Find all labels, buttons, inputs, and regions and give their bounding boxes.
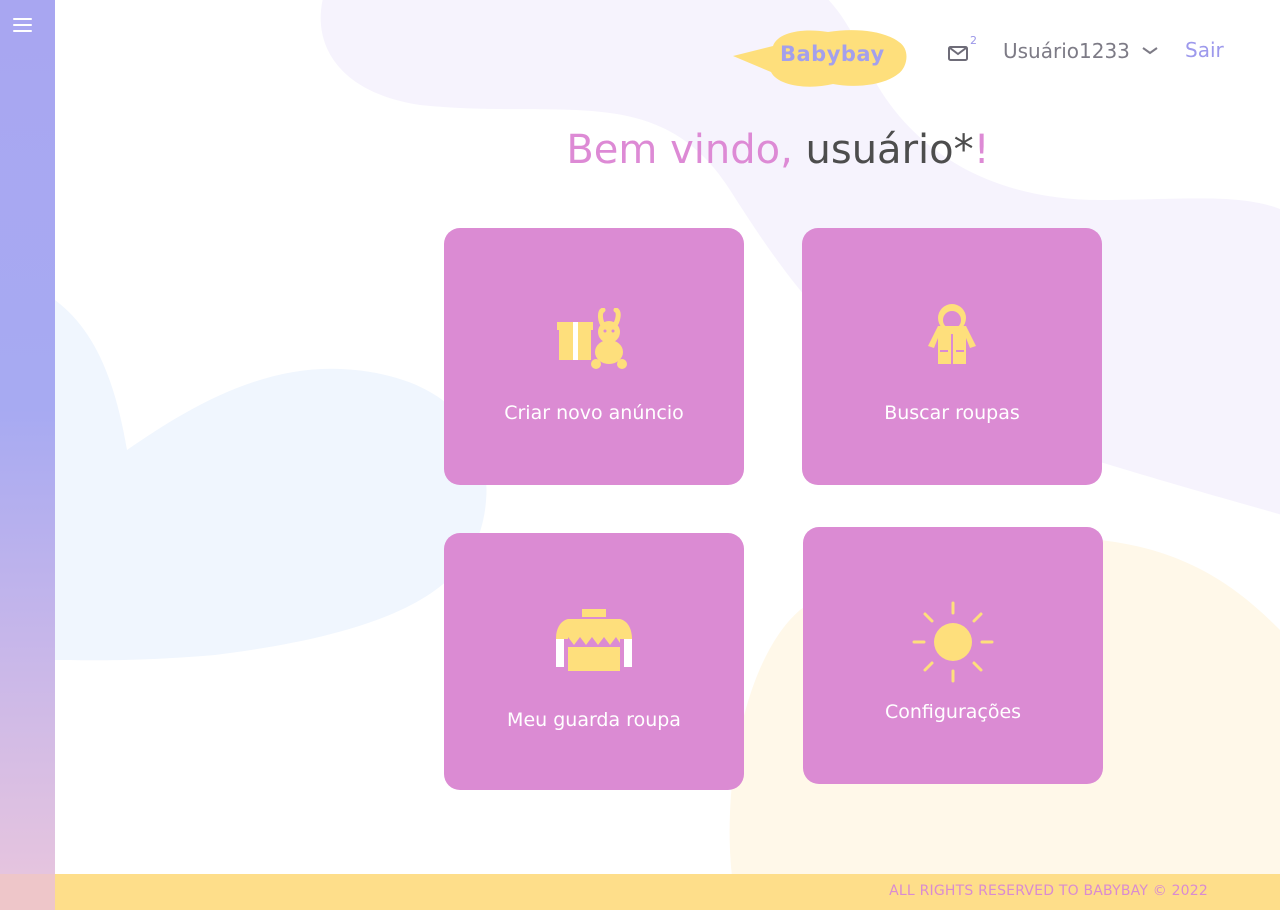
footer: ALL RIGHTS RESERVED TO BABYBAY © 2022 [55,874,1280,910]
logo-text: Babybay [780,42,885,66]
welcome-heading: Bem vindo, usuário*! [0,125,1280,175]
search-clothes-card[interactable]: Buscar roupas [802,228,1102,485]
footer-corner [0,874,55,910]
card-label: Criar novo anúncio [504,402,684,424]
mail-count-badge: 2 [970,34,977,47]
logout-link[interactable]: Sair [1185,38,1224,62]
gift-bunny-icon [557,308,627,369]
my-wardrobe-card[interactable]: Meu guarda roupa [444,533,744,790]
hamburger-menu-icon[interactable] [13,18,33,36]
create-ad-card[interactable]: Criar novo anúncio [444,228,744,485]
card-label: Configurações [884,701,1022,723]
chevron-down-icon [1142,47,1158,55]
footer-copyright: ALL RIGHTS RESERVED TO BABYBAY © 2022 [889,883,1208,899]
user-menu-dropdown[interactable]: Usuário1233 [1003,38,1158,64]
sun-icon [912,601,994,683]
welcome-user: usuário* [805,127,974,173]
card-label: Buscar roupas [884,402,1020,424]
mail-icon[interactable] [947,44,971,62]
username-label: Usuário1233 [1003,39,1130,63]
welcome-greeting: Bem vindo, [566,127,806,173]
settings-card[interactable]: Configurações [803,527,1103,784]
welcome-exclamation: ! [973,127,990,173]
sweater-icon [556,609,632,671]
card-label: Meu guarda roupa [507,709,681,731]
raincoat-icon [928,304,976,364]
